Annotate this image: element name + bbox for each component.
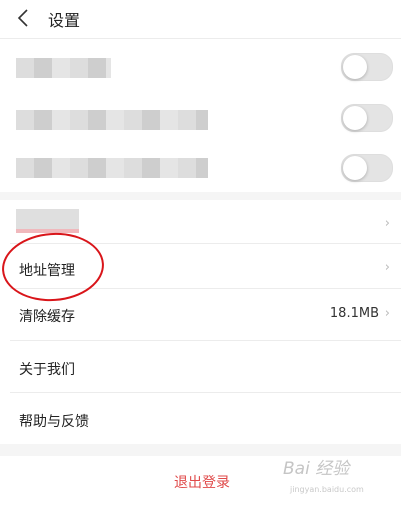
blurred-label bbox=[16, 110, 208, 130]
menu-item-help[interactable]: 帮助与反馈 bbox=[0, 393, 401, 443]
menu-item-label: 关于我们 bbox=[19, 362, 75, 378]
top-bar: 设置 bbox=[0, 0, 401, 39]
toggle-switch-1[interactable] bbox=[341, 53, 393, 81]
blurred-label bbox=[16, 209, 79, 229]
menu-item-clear-cache[interactable]: 清除缓存 18.1MB › bbox=[0, 289, 401, 339]
back-button[interactable] bbox=[8, 4, 38, 32]
chevron-right-icon: › bbox=[384, 306, 390, 321]
menu-item-address[interactable]: 地址管理 › bbox=[0, 244, 401, 294]
menu-item-label: 清除缓存 bbox=[19, 309, 75, 325]
logout-label: 退出登录 bbox=[174, 475, 230, 491]
chevron-left-icon bbox=[17, 9, 28, 27]
toggle-knob bbox=[343, 55, 367, 79]
chevron-right-icon: › bbox=[384, 216, 390, 231]
blurred-label bbox=[16, 158, 208, 178]
toggle-knob bbox=[343, 156, 367, 180]
menu-item-label: 地址管理 bbox=[19, 263, 75, 279]
watermark-logo: Bai 经验 bbox=[283, 459, 350, 479]
section-gap bbox=[0, 192, 401, 200]
toggle-switch-3[interactable] bbox=[341, 154, 393, 182]
page-title: 设置 bbox=[48, 11, 81, 30]
watermark-url: jingyan.baidu.com bbox=[290, 485, 364, 494]
blurred-label bbox=[16, 58, 111, 78]
blurred-label-accent bbox=[16, 229, 79, 233]
toggle-row-2 bbox=[0, 91, 401, 141]
toggle-switch-2[interactable] bbox=[341, 104, 393, 132]
toggle-row-3 bbox=[0, 141, 401, 191]
cache-size: 18.1MB bbox=[329, 306, 379, 321]
toggle-knob bbox=[343, 106, 367, 130]
toggle-row-1 bbox=[0, 40, 401, 90]
menu-item-label: 帮助与反馈 bbox=[19, 414, 89, 430]
chevron-right-icon: › bbox=[384, 260, 390, 275]
menu-item-about[interactable]: 关于我们 bbox=[0, 341, 401, 391]
